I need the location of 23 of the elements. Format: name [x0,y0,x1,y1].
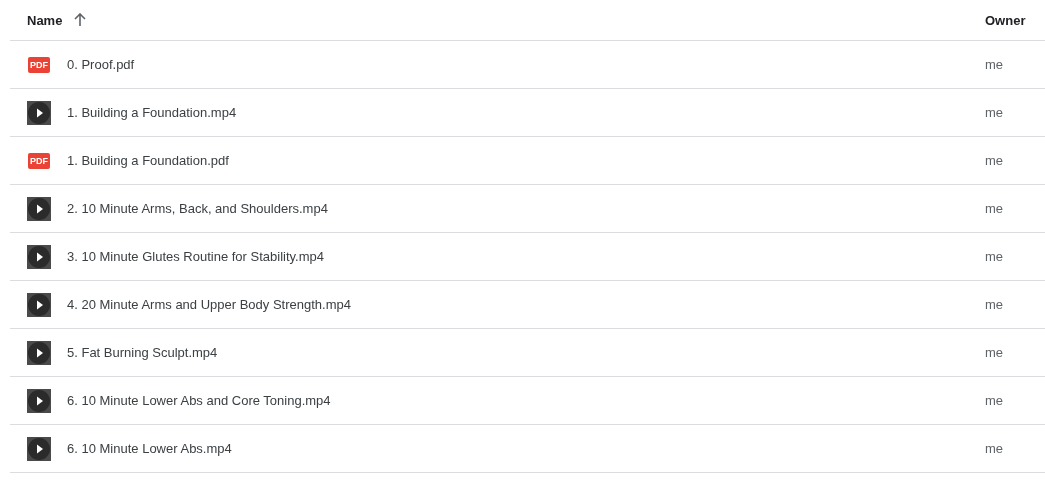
owner-text: me [985,345,1004,360]
pdf-file-icon: PDF [28,152,50,169]
file-name[interactable]: 5. Fat Burning Sculpt.mp4 [67,345,218,360]
file-name[interactable]: 0. Proof.pdf [67,57,135,72]
owner-text: me [985,153,1004,168]
owner-text: me [985,441,1004,456]
owner-text: me [985,201,1004,216]
file-name[interactable]: 2. 10 Minute Arms, Back, and Shoulders.mp4 [67,201,328,216]
column-header[interactable]: Name [27,12,63,28]
file-name[interactable]: 6. 10 Minute Lower Abs and Core Toning.mp4 [67,393,331,408]
file-name[interactable]: 1. Building a Foundation.mp4 [67,105,237,120]
file-name[interactable]: 3. 10 Minute Glutes Routine for Stability.mp4 [67,249,324,264]
owner-text: me [985,57,1004,72]
owner-text: me [985,105,1004,120]
pdf-file-icon: PDF [28,56,50,73]
column-header[interactable]: Owner [985,12,1026,28]
file-name[interactable]: 6. 10 Minute Lower Abs.mp4 [67,441,232,456]
owner-text: me [985,249,1004,264]
file-name[interactable]: 1. Building a Foundation.pdf [67,153,229,168]
owner-text: me [985,297,1004,312]
file-name[interactable]: 4. 20 Minute Arms and Upper Body Strength.mp4 [67,297,351,312]
sort-arrow-icon[interactable] [74,13,87,27]
owner-text: me [985,393,1004,408]
